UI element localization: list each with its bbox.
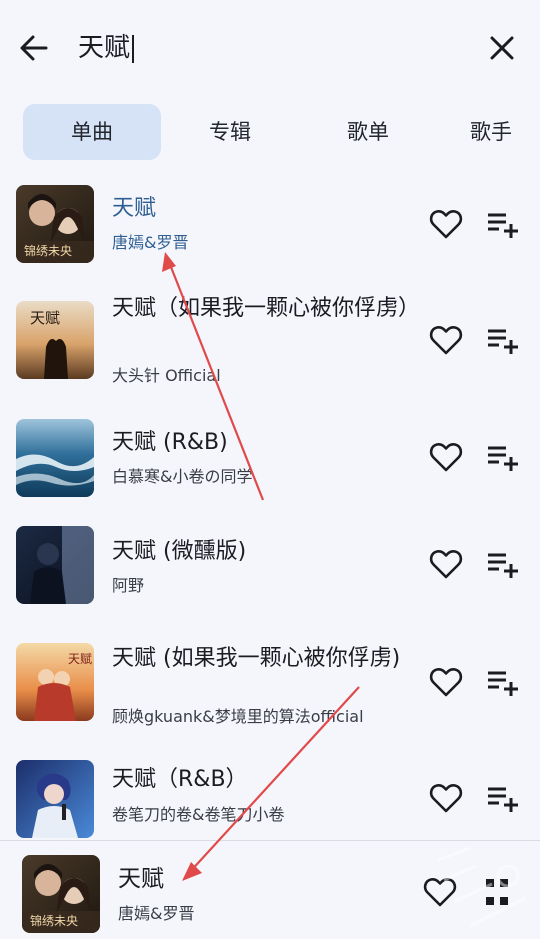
top-bar: 天赋 <box>0 0 540 95</box>
now-playing-cover: 锦绣未央 <box>22 855 100 933</box>
heart-outline-icon[interactable] <box>422 874 458 910</box>
playlist-add-icon[interactable] <box>484 206 520 242</box>
album-cover: 天赋 <box>16 301 94 379</box>
song-artist: 唐嫣&罗晋 <box>112 233 189 252</box>
song-row-2[interactable]: 天赋 天赋（如果我一颗心被你俘虏） 大头针 Official <box>0 276 540 406</box>
song-row-1[interactable]: 锦绣未央 天赋 唐嫣&罗晋 <box>0 170 540 276</box>
album-cover <box>16 526 94 604</box>
song-title: 天赋（R&B） <box>112 767 248 792</box>
arrow-left-icon[interactable] <box>16 30 52 66</box>
result-type-tabs: 单曲 专辑 歌单 歌手 <box>0 104 540 162</box>
song-title: 天赋（如果我一颗心被你俘虏） <box>112 296 421 321</box>
mini-player[interactable]: 锦绣未央 天赋 唐嫣&罗晋 <box>0 840 540 939</box>
svg-text:天赋: 天赋 <box>68 652 92 666</box>
svg-text:天赋: 天赋 <box>30 309 60 327</box>
search-input[interactable]: 天赋 <box>78 28 135 68</box>
song-row-6[interactable]: 天赋（R&B） 卷笔刀的卷&卷笔刀小卷 <box>0 754 540 840</box>
tab-playlists[interactable]: 歌单 <box>303 104 433 160</box>
song-artist: 白慕寒&小卷の同学 <box>112 467 253 486</box>
tab-singles[interactable]: 单曲 <box>23 104 161 160</box>
song-artist: 阿野 <box>112 576 145 595</box>
playlist-add-icon[interactable] <box>484 322 520 358</box>
playlist-add-icon[interactable] <box>484 439 520 475</box>
song-artist: 顾焕gkuank&梦境里的算法official <box>112 707 364 726</box>
svg-text:锦绣未央: 锦绣未央 <box>30 914 78 928</box>
song-row-4[interactable]: 天赋 (微醺版) 阿野 <box>0 514 540 626</box>
album-cover <box>16 760 94 838</box>
heart-outline-icon[interactable] <box>428 322 464 358</box>
heart-outline-icon[interactable] <box>428 206 464 242</box>
now-playing-title: 天赋 <box>118 866 164 892</box>
album-cover <box>16 419 94 497</box>
song-title: 天赋 (微醺版) <box>112 539 247 564</box>
expand-icon[interactable] <box>482 876 512 908</box>
song-title: 天赋 (R&B) <box>112 430 228 455</box>
heart-outline-icon[interactable] <box>428 439 464 475</box>
album-cover: 锦绣未央 <box>16 185 94 263</box>
song-title: 天赋 <box>112 196 157 221</box>
now-playing-artist: 唐嫣&罗晋 <box>118 904 195 923</box>
heart-outline-icon[interactable] <box>428 780 464 816</box>
text-caret <box>132 34 135 63</box>
svg-text:锦绣未央: 锦绣未央 <box>24 244 72 258</box>
song-artist: 大头针 Official <box>112 366 221 385</box>
tab-albums[interactable]: 专辑 <box>165 104 295 160</box>
tab-artists[interactable]: 歌手 <box>470 104 540 160</box>
album-cover: 天赋 <box>16 643 94 721</box>
playlist-add-icon[interactable] <box>484 780 520 816</box>
song-artist: 卷笔刀的卷&卷笔刀小卷 <box>112 805 285 824</box>
heart-outline-icon[interactable] <box>428 546 464 582</box>
song-row-3[interactable]: 天赋 (R&B) 白慕寒&小卷の同学 <box>0 406 540 514</box>
search-query: 天赋 <box>78 33 131 63</box>
song-row-5[interactable]: 天赋 天赋 (如果我一颗心被你俘虏) 顾焕gkuank&梦境里的算法offici… <box>0 626 540 754</box>
song-title: 天赋 (如果我一颗心被你俘虏) <box>112 646 401 671</box>
heart-outline-icon[interactable] <box>428 664 464 700</box>
close-icon[interactable] <box>484 30 520 66</box>
playlist-add-icon[interactable] <box>484 664 520 700</box>
playlist-add-icon[interactable] <box>484 546 520 582</box>
